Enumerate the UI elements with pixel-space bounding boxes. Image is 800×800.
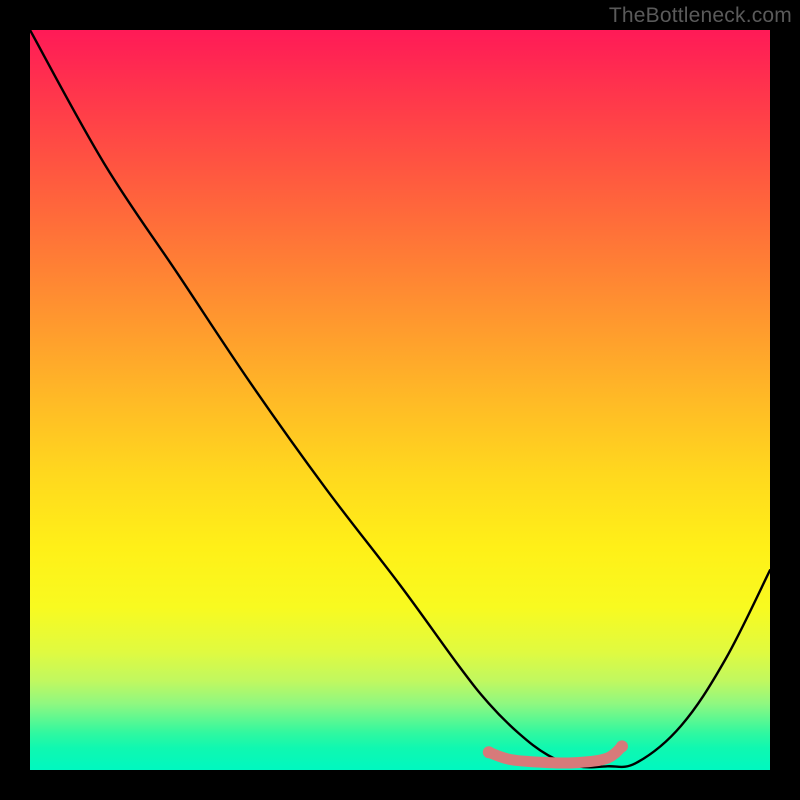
sweet-spot-marker — [489, 746, 622, 763]
curve-svg — [30, 30, 770, 770]
watermark-text: TheBottleneck.com — [609, 4, 792, 28]
sweet-spot-dot-left-icon — [483, 746, 495, 758]
sweet-spot-dot-right-icon — [616, 740, 628, 752]
bottleneck-curve — [30, 30, 770, 767]
chart-container: TheBottleneck.com — [0, 0, 800, 800]
plot-area — [30, 30, 770, 770]
